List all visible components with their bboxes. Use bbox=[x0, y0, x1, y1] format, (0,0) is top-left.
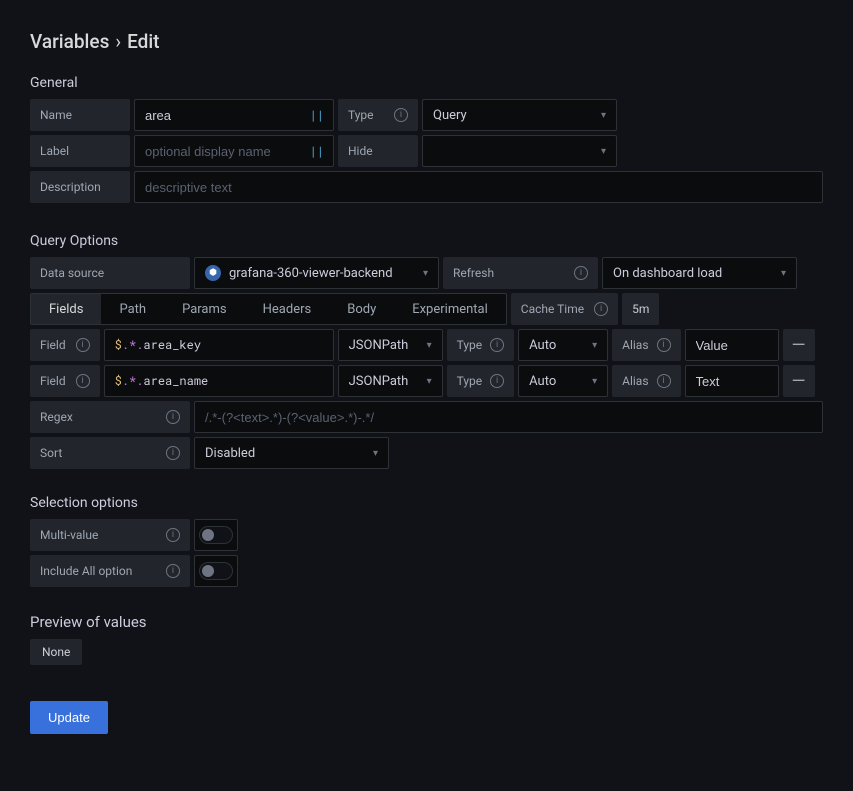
multivalue-toggle[interactable] bbox=[199, 526, 233, 544]
template-icon: ❘❘ bbox=[303, 109, 323, 122]
multivalue-toggle-wrap[interactable] bbox=[194, 519, 238, 551]
page-title: Variables › Edit bbox=[30, 30, 823, 53]
query-tabs: Fields Path Params Headers Body Experime… bbox=[30, 293, 507, 325]
label-regex: Regexi bbox=[30, 401, 190, 433]
info-icon[interactable]: i bbox=[76, 374, 90, 388]
tab-experimental[interactable]: Experimental bbox=[394, 294, 506, 324]
tab-headers[interactable]: Headers bbox=[245, 294, 330, 324]
field-type-select[interactable]: Auto▾ bbox=[518, 329, 608, 361]
name-input-wrap[interactable]: ❘❘ bbox=[134, 99, 334, 131]
type-select[interactable]: Query▾ bbox=[422, 99, 617, 131]
label-field: Fieldi bbox=[30, 365, 100, 397]
sort-select[interactable]: Disabled▾ bbox=[194, 437, 389, 469]
label-sort: Sorti bbox=[30, 437, 190, 469]
chevron-down-icon: ▾ bbox=[592, 340, 597, 351]
datasource-select[interactable]: ⬢grafana-360-viewer-backend ▾ bbox=[194, 257, 439, 289]
datasource-icon: ⬢ bbox=[205, 265, 221, 281]
info-icon[interactable]: i bbox=[166, 528, 180, 542]
field-expr-input[interactable]: $.*.area_key bbox=[104, 329, 334, 361]
chevron-down-icon: ▾ bbox=[781, 268, 786, 279]
includeall-toggle-wrap[interactable] bbox=[194, 555, 238, 587]
field-type-select[interactable]: Auto▾ bbox=[518, 365, 608, 397]
label-refresh: Refreshi bbox=[443, 257, 598, 289]
label-alias: Aliasi bbox=[612, 365, 680, 397]
breadcrumb-sep: › bbox=[115, 30, 121, 53]
regex-input-wrap[interactable] bbox=[194, 401, 823, 433]
alias-input[interactable] bbox=[685, 365, 779, 397]
chevron-down-icon: ▾ bbox=[427, 376, 432, 387]
chevron-down-icon: ▾ bbox=[427, 340, 432, 351]
info-icon[interactable]: i bbox=[76, 338, 90, 352]
field-expr-input[interactable]: $.*.area_name bbox=[104, 365, 334, 397]
preview-value-tag: None bbox=[30, 639, 82, 665]
info-icon[interactable]: i bbox=[166, 410, 180, 424]
label-field-type: Typei bbox=[447, 329, 515, 361]
hide-select[interactable]: ▾ bbox=[422, 135, 617, 167]
tab-body[interactable]: Body bbox=[329, 294, 394, 324]
info-icon[interactable]: i bbox=[490, 338, 504, 352]
description-input[interactable] bbox=[145, 172, 812, 202]
label-description: Description bbox=[30, 171, 130, 203]
label-cachetime: Cache Timei bbox=[511, 293, 618, 325]
label-field-type: Typei bbox=[447, 365, 515, 397]
info-icon[interactable]: i bbox=[394, 108, 408, 122]
label-name: Name bbox=[30, 99, 130, 131]
chevron-down-icon: ▾ bbox=[601, 110, 606, 121]
info-icon[interactable]: i bbox=[166, 446, 180, 460]
chevron-down-icon: ▾ bbox=[601, 146, 606, 157]
alias-input[interactable] bbox=[685, 329, 779, 361]
info-icon[interactable]: i bbox=[657, 338, 671, 352]
remove-field-button[interactable]: — bbox=[783, 329, 815, 361]
refresh-select[interactable]: On dashboard load▾ bbox=[602, 257, 797, 289]
tab-params[interactable]: Params bbox=[164, 294, 245, 324]
field-lang-select[interactable]: JSONPath▾ bbox=[338, 329, 443, 361]
section-preview: Preview of values bbox=[30, 613, 823, 631]
label-field: Fieldi bbox=[30, 329, 100, 361]
section-query: Query Options bbox=[30, 233, 823, 249]
label-includeall: Include All optioni bbox=[30, 555, 190, 587]
chevron-down-icon: ▾ bbox=[373, 448, 378, 459]
label-input-wrap[interactable]: ❘❘ bbox=[134, 135, 334, 167]
description-input-wrap[interactable] bbox=[134, 171, 823, 203]
label-type: Typei bbox=[338, 99, 418, 131]
breadcrumb-root: Variables bbox=[30, 30, 109, 53]
regex-input[interactable] bbox=[205, 402, 812, 432]
remove-field-button[interactable]: — bbox=[783, 365, 815, 397]
breadcrumb-leaf: Edit bbox=[127, 30, 159, 53]
section-general: General bbox=[30, 75, 823, 91]
label-hide: Hide bbox=[338, 135, 418, 167]
info-icon[interactable]: i bbox=[594, 302, 608, 316]
cachetime-value[interactable]: 5m bbox=[622, 293, 659, 325]
tab-fields[interactable]: Fields bbox=[31, 294, 101, 324]
chevron-down-icon: ▾ bbox=[592, 376, 597, 387]
update-button[interactable]: Update bbox=[30, 701, 108, 734]
chevron-down-icon: ▾ bbox=[423, 268, 428, 279]
label-datasource: Data source bbox=[30, 257, 190, 289]
section-selection: Selection options bbox=[30, 495, 823, 511]
field-lang-select[interactable]: JSONPath▾ bbox=[338, 365, 443, 397]
template-icon: ❘❘ bbox=[303, 145, 323, 158]
label-alias: Aliasi bbox=[612, 329, 680, 361]
includeall-toggle[interactable] bbox=[199, 562, 233, 580]
info-icon[interactable]: i bbox=[166, 564, 180, 578]
label-label: Label bbox=[30, 135, 130, 167]
name-input[interactable] bbox=[145, 100, 303, 130]
tab-path[interactable]: Path bbox=[101, 294, 164, 324]
info-icon[interactable]: i bbox=[490, 374, 504, 388]
info-icon[interactable]: i bbox=[574, 266, 588, 280]
info-icon[interactable]: i bbox=[657, 374, 671, 388]
label-input[interactable] bbox=[145, 136, 303, 166]
label-multivalue: Multi-valuei bbox=[30, 519, 190, 551]
